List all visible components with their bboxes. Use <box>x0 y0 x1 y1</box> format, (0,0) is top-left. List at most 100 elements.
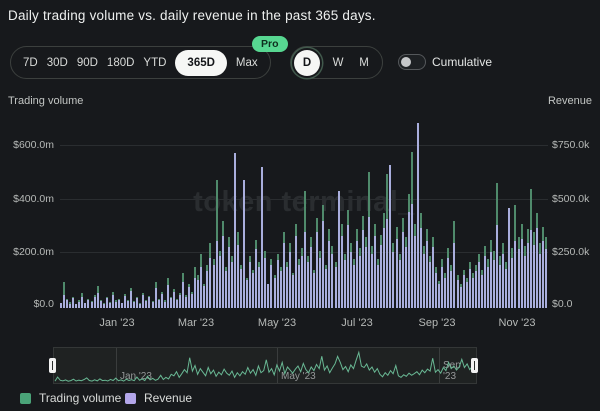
revenue-bar <box>325 269 327 308</box>
right-tick-250k: $250.0k <box>552 246 596 258</box>
revenue-bar <box>142 295 144 308</box>
revenue-bar <box>100 301 102 308</box>
chart-panel: Daily trading volume vs. daily revenue i… <box>0 0 600 411</box>
revenue-bar <box>460 287 462 308</box>
cumulative-toggle[interactable] <box>398 54 426 70</box>
revenue-bar <box>493 260 495 308</box>
revenue-bar <box>222 236 224 308</box>
revenue-bar <box>362 230 364 308</box>
revenue-bar <box>344 260 346 308</box>
revenue-bar <box>228 247 230 308</box>
revenue-bar <box>472 278 474 308</box>
timeframe-7d[interactable]: 7D <box>23 57 38 69</box>
revenue-bar <box>457 280 459 308</box>
revenue-bar <box>191 294 193 308</box>
brush-handle-right[interactable] <box>471 358 478 373</box>
plot-area[interactable] <box>60 120 548 308</box>
revenue-bar <box>240 269 242 308</box>
granularity-weekly[interactable]: W <box>330 57 346 69</box>
revenue-bar <box>158 300 160 308</box>
granularity-selector: D W M <box>290 46 383 79</box>
timeframe-90d[interactable]: 90D <box>77 57 98 69</box>
revenue-bar <box>261 167 263 308</box>
revenue-bar <box>408 212 410 308</box>
revenue-bar <box>148 297 150 308</box>
revenue-bar <box>91 302 93 308</box>
revenue-bar <box>499 265 501 309</box>
revenue-bar <box>371 254 373 308</box>
legend-revenue[interactable]: Revenue <box>125 391 192 405</box>
revenue-bar <box>249 262 251 308</box>
revenue-bar <box>414 236 416 308</box>
revenue-bar <box>106 298 108 308</box>
revenue-bar <box>152 302 154 308</box>
revenue-bar <box>121 303 123 308</box>
revenue-swatch-icon <box>125 393 136 404</box>
revenue-bar <box>310 247 312 308</box>
revenue-bar <box>283 243 285 308</box>
timeframe-30d[interactable]: 30D <box>47 57 68 69</box>
granularity-monthly[interactable]: M <box>356 57 372 69</box>
revenue-bar <box>188 287 190 308</box>
volume-swatch-icon <box>20 393 31 404</box>
x-tick-nov: Nov '23 <box>499 317 536 329</box>
revenue-bar <box>353 265 355 309</box>
timeframe-365d-selected[interactable]: 365D <box>175 50 227 76</box>
revenue-bar <box>392 252 394 309</box>
x-tick-sep: Sep '23 <box>419 317 456 329</box>
revenue-bar <box>380 245 382 308</box>
revenue-bar <box>331 254 333 308</box>
revenue-bar <box>197 280 199 308</box>
x-tick-may: May '23 <box>258 317 296 329</box>
page-title: Daily trading volume vs. daily revenue i… <box>8 8 376 23</box>
revenue-bar <box>103 304 105 308</box>
revenue-bar <box>255 249 257 308</box>
revenue-bar <box>63 295 65 308</box>
timeframe-max[interactable]: Max <box>236 57 258 69</box>
revenue-bar <box>133 302 135 308</box>
legend-trading-volume[interactable]: Trading volume <box>20 391 121 405</box>
revenue-bar <box>295 236 297 308</box>
timeframe-ytd[interactable]: YTD <box>143 57 166 69</box>
revenue-bar <box>490 252 492 309</box>
right-axis-title: Revenue <box>548 95 592 107</box>
revenue-bar <box>450 271 452 308</box>
handle-grip-icon <box>52 361 53 370</box>
revenue-bar <box>75 304 77 308</box>
revenue-bar <box>112 295 114 308</box>
brush-handle-left[interactable] <box>49 358 56 373</box>
revenue-bar <box>219 256 221 308</box>
revenue-bar <box>469 269 471 308</box>
revenue-bar <box>386 219 388 308</box>
revenue-bar <box>94 297 96 308</box>
revenue-bar <box>487 267 489 308</box>
revenue-bar <box>213 265 215 309</box>
revenue-bar <box>396 239 398 309</box>
revenue-bar <box>356 241 358 308</box>
revenue-bar <box>405 247 407 308</box>
timeframe-180d[interactable]: 180D <box>107 57 135 69</box>
revenue-bar <box>374 236 376 308</box>
revenue-bar <box>383 228 385 308</box>
minimap-sparkline <box>54 348 476 383</box>
left-axis-title: Trading volume <box>8 95 83 107</box>
revenue-bar <box>399 260 401 308</box>
revenue-bar <box>478 262 480 308</box>
range-brush[interactable]: Jan '23 May '23 Sep '23 <box>53 347 477 384</box>
revenue-bar <box>258 267 260 308</box>
revenue-bar <box>530 230 532 308</box>
revenue-bar <box>78 302 80 309</box>
revenue-bar <box>234 153 236 308</box>
revenue-bar <box>167 285 169 308</box>
revenue-bar <box>139 304 141 308</box>
revenue-bar <box>447 258 449 308</box>
revenue-bar <box>444 278 446 308</box>
revenue-bar <box>438 284 440 308</box>
revenue-bar <box>200 267 202 308</box>
revenue-bar <box>502 254 504 308</box>
revenue-bar <box>307 262 309 308</box>
granularity-daily-selected[interactable]: D <box>294 50 320 76</box>
revenue-bar <box>176 300 178 308</box>
revenue-bar <box>542 241 544 308</box>
revenue-bar <box>341 236 343 308</box>
